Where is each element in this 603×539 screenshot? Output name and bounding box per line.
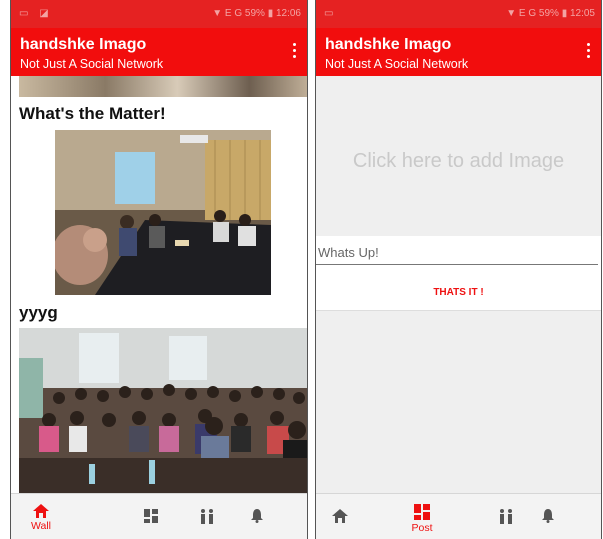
app-bar: handshke Imago Not Just A Social Network	[316, 28, 601, 76]
status-info: ▼ E G 59% ▮ 12:05	[506, 8, 595, 19]
home-icon	[332, 509, 348, 523]
app-bar: handshke Imago Not Just A Social Network	[11, 28, 307, 76]
nav-notifications[interactable]	[235, 494, 279, 539]
wall-screen: ▭ ◪ ▼ E G 59% ▮ 12:06 handshke Imago Not…	[10, 0, 308, 539]
whats-up-input[interactable]	[316, 240, 598, 265]
nav-grid[interactable]	[129, 494, 173, 539]
app-title: handshke Imago	[325, 36, 452, 53]
app-subtitle: Not Just A Social Network	[20, 57, 164, 71]
wall-feed[interactable]: What's the Matter! yyyg	[11, 76, 307, 494]
post-image-previous[interactable]	[19, 76, 307, 97]
nav-people[interactable]	[484, 494, 528, 539]
nav-notifications[interactable]	[526, 494, 570, 539]
nav-wall[interactable]	[318, 494, 362, 539]
overflow-menu-icon[interactable]	[291, 43, 297, 61]
nav-post[interactable]: Post	[392, 494, 452, 539]
thats-it-button[interactable]: THATS IT !	[316, 276, 601, 311]
post-image-classroom[interactable]	[19, 328, 307, 494]
post-title: yyyg	[19, 303, 58, 322]
overflow-menu-icon[interactable]	[585, 43, 591, 61]
bell-icon	[251, 509, 263, 523]
nav-wall[interactable]: Wall	[11, 494, 71, 539]
post-screen: ▭ ▼ E G 59% ▮ 12:05 handshke Imago Not J…	[315, 0, 602, 539]
nav-people[interactable]	[185, 494, 229, 539]
bottom-navigation: Wall	[11, 493, 307, 539]
bottom-navigation: Post	[316, 493, 601, 539]
people-icon	[201, 509, 213, 524]
bell-icon	[542, 509, 554, 523]
notification-icons: ▭ ◪	[19, 8, 53, 19]
app-subtitle: Not Just A Social Network	[325, 57, 469, 71]
home-icon	[33, 504, 49, 518]
status-bar: ▭ ▼ E G 59% ▮ 12:05	[316, 0, 601, 28]
status-info: ▼ E G 59% ▮ 12:06	[212, 8, 301, 19]
grid-icon	[144, 509, 158, 523]
post-image-meeting[interactable]	[55, 130, 271, 295]
notification-icons: ▭	[324, 8, 338, 19]
status-bar: ▭ ◪ ▼ E G 59% ▮ 12:06	[11, 0, 307, 28]
nav-post-label: Post	[411, 522, 433, 534]
app-title: handshke Imago	[20, 36, 147, 53]
nav-wall-label: Wall	[30, 520, 52, 532]
post-title: What's the Matter!	[19, 104, 166, 123]
post-icon	[414, 504, 430, 520]
people-icon	[500, 509, 512, 524]
add-image-area[interactable]: Click here to add Image	[316, 76, 601, 236]
